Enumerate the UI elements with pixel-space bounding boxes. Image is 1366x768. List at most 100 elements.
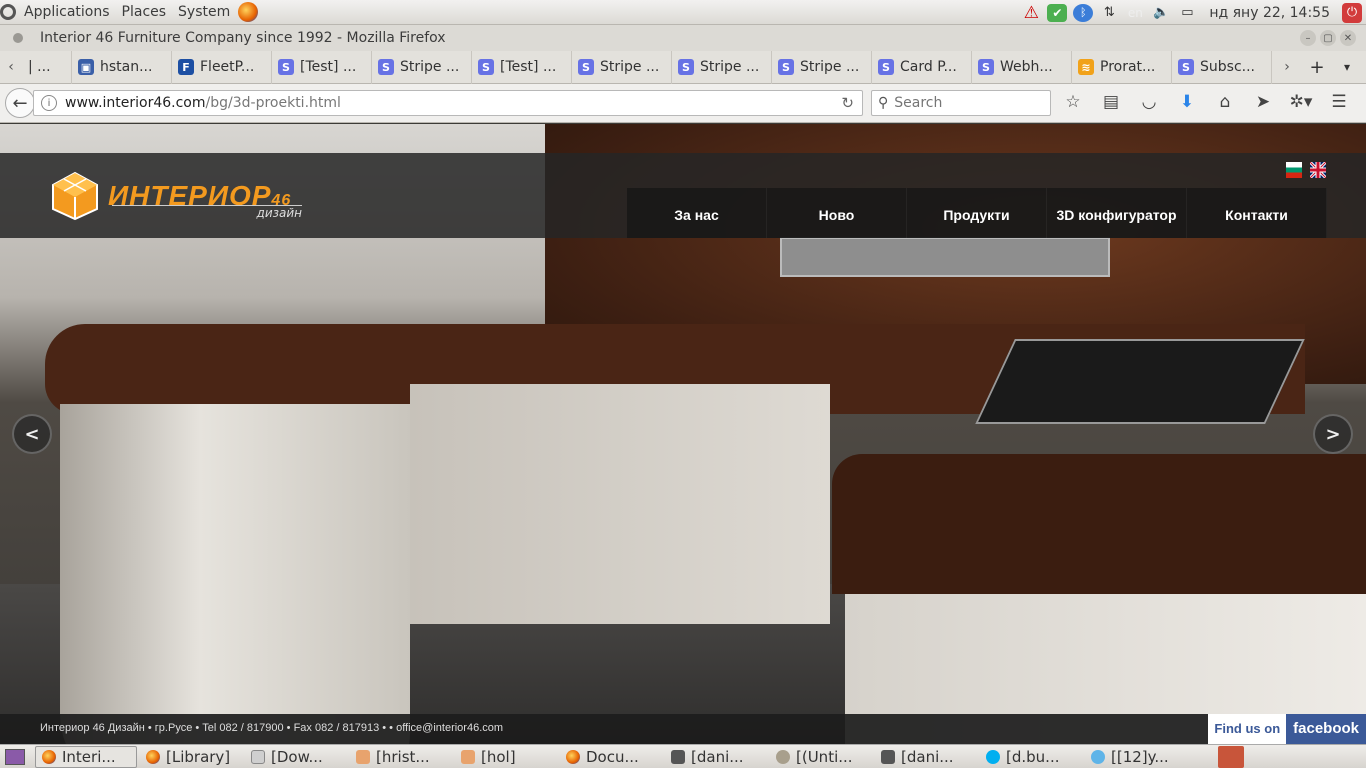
browser-tab[interactable]: S [Test] ... [272, 50, 372, 84]
bluetooth-icon[interactable]: ᛒ [1073, 3, 1094, 22]
home-icon[interactable]: ⌂ [1212, 92, 1238, 112]
logo-cube-icon [52, 171, 98, 221]
browser-tab[interactable]: ▣ hstan... [72, 50, 172, 84]
stripe-icon: S [878, 59, 894, 75]
show-desktop-icon[interactable] [5, 748, 25, 765]
url-path: /bg/3d-proekti.html [205, 95, 341, 111]
clock[interactable]: нд яну 22, 14:55 [1209, 5, 1330, 21]
url-bar[interactable]: i www.interior46.com/bg/3d-proekti.html … [33, 90, 863, 116]
tab-scroll-right-icon[interactable]: › [1272, 59, 1302, 75]
taskbar-item[interactable]: [Dow... [245, 746, 347, 768]
bottom-taskbar: Interi... [Library] [Dow... [hrist... [h… [0, 744, 1366, 768]
browser-tab[interactable]: S [Test] ... [472, 50, 572, 84]
back-button[interactable]: ← [5, 88, 35, 118]
terminal-icon [881, 749, 895, 764]
logo-subtitle: дизайн [112, 205, 302, 220]
firefox-launcher-icon[interactable] [238, 2, 259, 22]
extension-icon[interactable]: ✲▾ [1288, 92, 1314, 112]
browser-tab[interactable]: ≋ Prorat... [1072, 50, 1172, 84]
taskbar-item[interactable]: [dani... [665, 746, 767, 768]
rss-icon: ≋ [1078, 59, 1094, 75]
tab-label: Webh... [1000, 59, 1053, 75]
site-info-icon[interactable]: i [41, 95, 57, 111]
tab-label: | ... [28, 59, 51, 75]
taskbar-item[interactable]: Interi... [35, 745, 137, 768]
taskbar-item[interactable]: [[12]y... [1085, 746, 1187, 768]
tab-strip: ‹ | ... ▣ hstan... F FleetP... S [Test] ...… [0, 50, 1366, 84]
network-icon[interactable]: ⇅ [1099, 4, 1119, 22]
stripe-icon: S [1178, 59, 1194, 75]
ubuntu-logo-icon[interactable] [0, 4, 16, 20]
site-footer: Интериор 46 Дизайн • гр.Русе • Tel 082 /… [0, 714, 1366, 744]
facebook-link[interactable]: Find us on facebook [1208, 714, 1366, 744]
applications-menu[interactable]: Applications [24, 4, 110, 20]
tab-label: FleetP... [200, 59, 255, 75]
tab-label: Subsc... [1200, 59, 1255, 75]
firefox-taskbar-icon[interactable] [1218, 745, 1244, 768]
stripe-icon: S [278, 59, 294, 75]
taskbar-item[interactable]: [d.bu... [980, 746, 1082, 768]
english-flag-icon[interactable] [1310, 162, 1326, 178]
url-text[interactable]: www.interior46.com/bg/3d-proekti.html [65, 95, 341, 111]
taskbar-item[interactable]: [(Unti... [770, 746, 872, 768]
stripe-icon: S [978, 59, 994, 75]
browser-tab[interactable]: S Stripe ... [572, 50, 672, 84]
power-icon[interactable]: ⏻ [1342, 2, 1362, 23]
battery-icon[interactable]: ▭ [1177, 4, 1197, 22]
send-icon[interactable]: ➤ [1250, 92, 1276, 112]
browser-tab[interactable]: S Stripe ... [672, 50, 772, 84]
window-menu-icon[interactable] [13, 33, 23, 43]
tab-list-icon[interactable]: ▾ [1332, 60, 1362, 74]
system-menu[interactable]: System [178, 4, 230, 20]
taskbar-item-label: [hrist... [376, 747, 430, 766]
site-logo[interactable]: ИНТЕРИОР46 дизайн [50, 171, 302, 221]
taskbar-item[interactable]: Docu... [560, 746, 662, 768]
places-menu[interactable]: Places [122, 4, 167, 20]
keyboard-layout-indicator[interactable]: en [1125, 4, 1145, 22]
navigation-bar: ← i www.interior46.com/bg/3d-proekti.htm… [0, 84, 1366, 123]
window-title: Interior 46 Furniture Company since 1992… [40, 30, 446, 46]
volume-icon[interactable]: 🔈 [1151, 4, 1171, 22]
taskbar-item-label: [hol] [481, 747, 516, 766]
taskbar-item[interactable]: [dani... [875, 746, 977, 768]
browser-tab[interactable]: | ... [22, 50, 72, 84]
pocket-icon[interactable]: ◡ [1136, 92, 1162, 112]
taskbar-item[interactable]: [hol] [455, 746, 557, 768]
bulgarian-flag-icon[interactable] [1286, 162, 1302, 178]
maximize-icon[interactable]: ▢ [1320, 30, 1336, 46]
browser-tab[interactable]: S Card P... [872, 50, 972, 84]
reload-icon[interactable]: ↻ [841, 94, 854, 112]
tab-label: Prorat... [1100, 59, 1156, 75]
search-input[interactable] [894, 95, 1035, 111]
hamburger-menu-icon[interactable]: ☰ [1326, 92, 1352, 112]
terminal-icon [671, 749, 685, 764]
window-controls: – ▢ ✕ [1300, 30, 1356, 46]
nav-new[interactable]: Ново [767, 188, 907, 238]
slider-next-button[interactable]: > [1313, 414, 1353, 454]
browser-tab[interactable]: S Stripe ... [772, 50, 872, 84]
reader-list-icon[interactable]: ▤ [1098, 92, 1124, 112]
minimize-icon[interactable]: – [1300, 30, 1316, 46]
nav-3d-configurator[interactable]: 3D конфигуратор [1047, 188, 1187, 238]
close-icon[interactable]: ✕ [1340, 30, 1356, 46]
taskbar-item[interactable]: [Library] [140, 746, 242, 768]
warning-icon[interactable]: ⚠ [1021, 3, 1041, 23]
tab-label: Stripe ... [600, 59, 660, 75]
search-icon: ⚲ [878, 95, 889, 111]
slider-prev-button[interactable]: < [12, 414, 52, 454]
taskbar-item[interactable]: [hrist... [350, 746, 452, 768]
browser-tab[interactable]: F FleetP... [172, 50, 272, 84]
browser-tab[interactable]: S Subsc... [1172, 50, 1272, 84]
nav-contacts[interactable]: Контакти [1187, 188, 1327, 238]
nav-products[interactable]: Продукти [907, 188, 1047, 238]
nav-about[interactable]: За нас [627, 188, 767, 238]
tab-scroll-left-icon[interactable]: ‹ [0, 59, 22, 75]
bookmark-star-icon[interactable]: ☆ [1060, 92, 1086, 112]
search-bar[interactable]: ⚲ [871, 90, 1051, 116]
update-ok-icon[interactable]: ✔ [1047, 3, 1068, 22]
browser-tab[interactable]: S Stripe ... [372, 50, 472, 84]
downloads-icon[interactable]: ⬇ [1174, 92, 1200, 112]
browser-tab[interactable]: S Webh... [972, 50, 1072, 84]
firefox-icon [42, 749, 56, 764]
new-tab-icon[interactable]: + [1302, 57, 1332, 78]
